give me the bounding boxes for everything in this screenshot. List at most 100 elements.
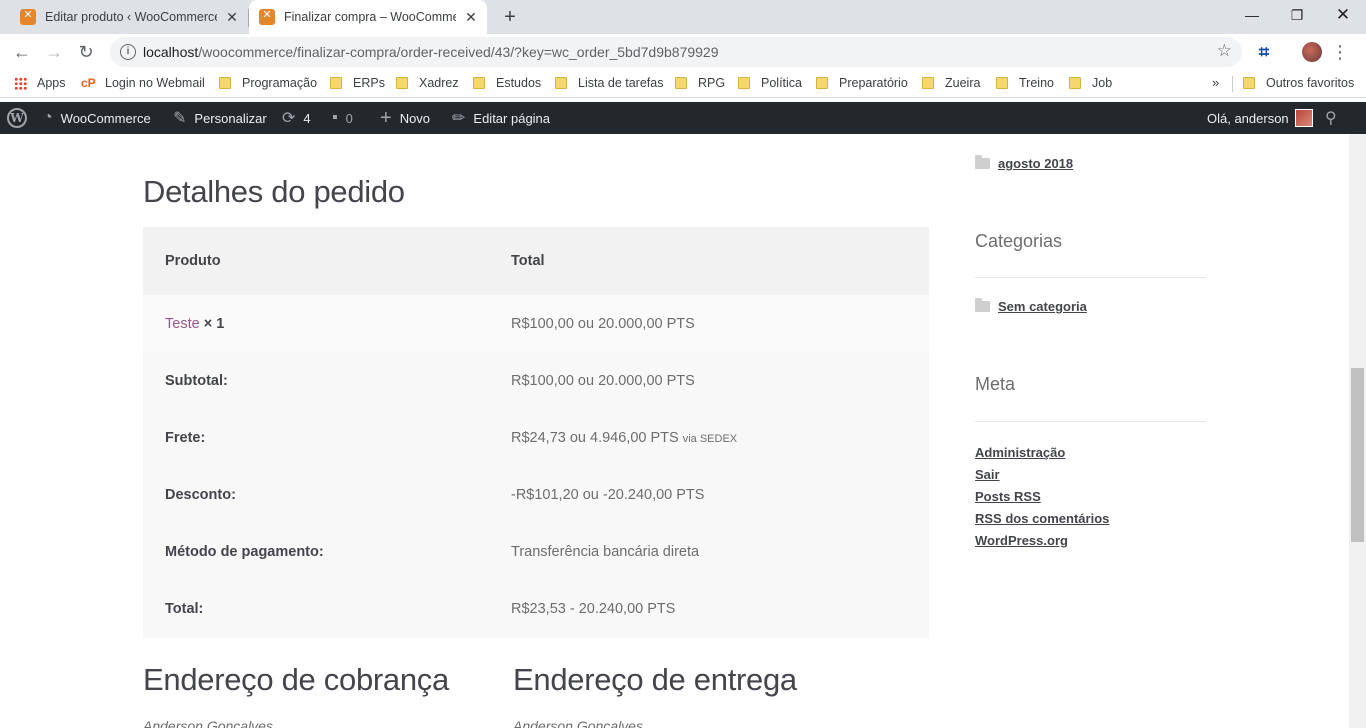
admin-site-name[interactable]: ◔ WooCommerce xyxy=(43,102,151,134)
totals-value: R$23,53 - 20.240,00 PTS xyxy=(511,601,676,617)
meta-links-list: Administração Sair Posts RSS RSS dos com… xyxy=(975,445,1109,555)
bookmark-label: Login no Webmail xyxy=(105,76,205,90)
bookmark-apps[interactable]: Apps xyxy=(14,76,66,90)
updates-icon: ⟳ xyxy=(282,110,296,127)
tab-strip: Editar produto ‹ WooCommerce — WordPress… xyxy=(0,0,1366,34)
category-link[interactable]: Sem categoria xyxy=(998,299,1087,314)
totals-label: Subtotal: xyxy=(165,372,228,389)
folder-icon xyxy=(922,77,934,89)
bookmarks-bar: Apps cP Login no Webmail Programação ERPs… xyxy=(0,70,1366,98)
admin-edit-page[interactable]: ✏ Editar página xyxy=(452,102,550,134)
totals-value-wrap: R$24,73 ou 4.946,00 PTS via SEDEX xyxy=(511,430,737,446)
wp-logo-menu[interactable]: W xyxy=(7,102,27,134)
site-info-icon[interactable]: i xyxy=(120,44,136,60)
dashboard-gauge-icon: ◔ xyxy=(43,109,53,126)
edit-page-label: Editar página xyxy=(473,110,551,126)
bookmark-other-favorites[interactable]: Outros favoritos xyxy=(1243,76,1354,90)
new-label: Novo xyxy=(399,110,431,126)
browser-menu-icon[interactable]: ⋮ xyxy=(1330,40,1350,64)
totals-row-shipping: Frete: R$24,73 ou 4.946,00 PTS via SEDEX xyxy=(143,409,929,466)
totals-row-payment-method: Método de pagamento: Transferência bancá… xyxy=(143,523,929,580)
bookmark-folder[interactable]: Treino xyxy=(996,76,1054,90)
order-item-total: R$100,00 ou 20.000,00 PTS xyxy=(511,315,695,332)
tab-close-icon[interactable]: ✕ xyxy=(463,9,479,25)
admin-updates[interactable]: ⟳ 4 xyxy=(282,102,311,134)
bookmark-label: Política xyxy=(761,76,802,90)
address-bar[interactable]: i localhost/woocommerce/finalizar-compra… xyxy=(110,37,1242,67)
order-details-table: Produto Total Teste × 1 R$100,00 ou 20.0… xyxy=(143,227,929,638)
bookmark-folder[interactable]: Xadrez xyxy=(396,76,459,90)
totals-label: Desconto: xyxy=(165,486,236,503)
close-window-button[interactable]: ✕ xyxy=(1320,0,1366,30)
minimize-button[interactable]: — xyxy=(1229,0,1275,30)
bookmark-folder[interactable]: Estudos xyxy=(473,76,541,90)
xampp-favicon-icon xyxy=(259,8,275,25)
url-host: localhost xyxy=(143,44,199,60)
folder-icon xyxy=(975,298,990,312)
forward-button[interactable]: → xyxy=(40,38,68,66)
admin-new[interactable]: + Novo xyxy=(380,102,430,134)
bookmarks-separator xyxy=(1232,76,1233,92)
extension-icon[interactable]: ⌗ xyxy=(1254,42,1274,62)
admin-comments[interactable]: ▪ 0 xyxy=(332,102,353,134)
bookmarks-overflow-button[interactable]: » xyxy=(1212,75,1219,90)
bookmark-label: Treino xyxy=(1019,76,1054,90)
plus-icon: + xyxy=(380,106,392,129)
tab-finalizar-compra[interactable]: Finalizar compra – WooCommerce ✕ xyxy=(249,0,487,34)
bookmark-label: Preparatório xyxy=(839,76,908,90)
order-item-row: Teste × 1 R$100,00 ou 20.000,00 PTS xyxy=(143,295,929,352)
meta-link-wordpress-org[interactable]: WordPress.org xyxy=(975,533,1109,555)
bookmark-label: Xadrez xyxy=(419,76,459,90)
url-text[interactable]: localhost/woocommerce/finalizar-compra/o… xyxy=(143,44,719,60)
meta-link-comments-rss[interactable]: RSS dos comentários xyxy=(975,511,1109,533)
admin-customize[interactable]: ✎ Personalizar xyxy=(173,102,267,134)
totals-row-subtotal: Subtotal: R$100,00 ou 20.000,00 PTS xyxy=(143,352,929,409)
reload-button[interactable]: ↻ xyxy=(72,38,100,66)
bookmark-folder[interactable]: Política xyxy=(738,76,802,90)
admin-search[interactable]: ⚲ xyxy=(1325,102,1337,134)
archive-link[interactable]: agosto 2018 xyxy=(998,156,1073,171)
comment-bubble-icon: ▪ xyxy=(332,109,338,126)
bookmark-webmail[interactable]: cP Login no Webmail xyxy=(81,76,205,90)
meta-link-admin[interactable]: Administração xyxy=(975,445,1109,467)
bookmark-folder[interactable]: RPG xyxy=(675,76,725,90)
bookmark-label: RPG xyxy=(698,76,726,90)
tab-close-icon[interactable]: ✕ xyxy=(224,9,240,25)
category-item: Sem categoria xyxy=(975,298,1087,314)
bookmark-folder[interactable]: Zueira xyxy=(922,76,980,90)
profile-avatar[interactable] xyxy=(1302,42,1322,62)
page-scrollbar-thumb[interactable] xyxy=(1351,368,1364,542)
totals-value: R$100,00 ou 20.000,00 PTS xyxy=(511,372,695,389)
folder-icon xyxy=(1069,77,1081,89)
bookmark-label: Outros favoritos xyxy=(1266,76,1355,90)
restore-button[interactable]: ❐ xyxy=(1274,0,1320,30)
bookmark-label: ERPs xyxy=(353,76,385,90)
admin-my-account[interactable]: Olá, anderson xyxy=(1207,102,1313,134)
order-details-heading: Detalhes do pedido xyxy=(143,174,405,209)
widget-divider xyxy=(975,421,1206,422)
categories-widget-title: Categorias xyxy=(975,231,1063,251)
bookmark-folder[interactable]: Preparatório xyxy=(816,76,908,90)
new-tab-button[interactable]: + xyxy=(498,5,522,29)
meta-link-logout[interactable]: Sair xyxy=(975,467,1109,489)
bookmark-folder[interactable]: Lista de tarefas xyxy=(555,76,663,90)
search-icon: ⚲ xyxy=(1325,110,1337,127)
back-button[interactable]: ← xyxy=(8,38,36,66)
paintbrush-icon: ✎ xyxy=(173,110,187,127)
cpanel-icon: cP xyxy=(81,76,96,90)
folder-icon xyxy=(996,77,1008,89)
totals-row-discount: Desconto: -R$101,20 ou -20.240,00 PTS xyxy=(143,466,929,523)
shipping-address-heading: Endereço de entrega xyxy=(513,662,797,697)
folder-icon xyxy=(1243,77,1255,89)
folder-icon xyxy=(396,77,408,89)
meta-link-posts-rss[interactable]: Posts RSS xyxy=(975,489,1109,511)
bookmark-folder[interactable]: ERPs xyxy=(330,76,385,90)
product-link[interactable]: Teste xyxy=(165,316,200,332)
wordpress-logo-icon: W xyxy=(7,108,27,128)
bookmark-folder[interactable]: Programação xyxy=(219,76,317,90)
bookmark-folder[interactable]: Job xyxy=(1069,76,1112,90)
tab-editar-produto[interactable]: Editar produto ‹ WooCommerce — WordPress… xyxy=(8,0,248,34)
product-quantity: × 1 xyxy=(203,315,225,332)
bookmark-star-icon[interactable]: ☆ xyxy=(1217,41,1232,61)
folder-open-icon xyxy=(975,155,990,169)
